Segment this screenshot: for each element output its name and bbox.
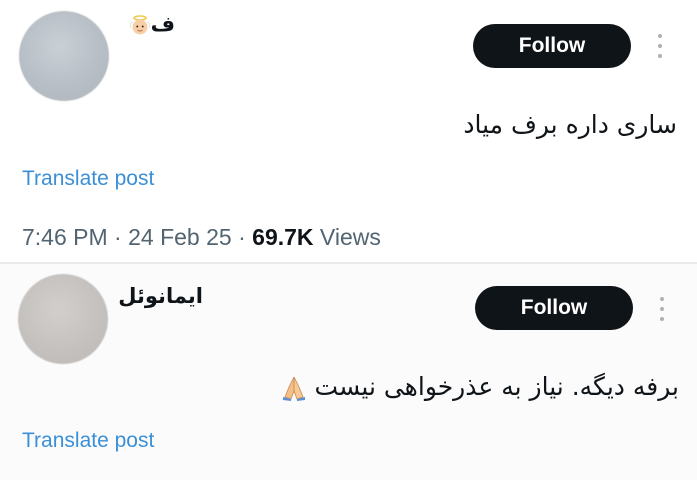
translate-post-link[interactable]: Translate post <box>22 429 154 453</box>
post-time[interactable]: 7:46 PM <box>22 224 108 250</box>
post-date[interactable]: 24 Feb 25 <box>128 224 232 250</box>
post-text-body: برفه دیگه. نیاز به عذرخواهی نیست <box>314 372 679 401</box>
more-options-icon[interactable] <box>657 34 663 58</box>
views-label[interactable]: Views <box>320 224 381 250</box>
author-name-text[interactable]: ف <box>151 12 175 36</box>
more-options-icon[interactable] <box>659 297 665 321</box>
post-text: ساری داره برف میاد <box>463 110 677 139</box>
post-text: برفه دیگه. نیاز به عذرخواهی نیست <box>279 372 679 403</box>
screenshot-page: ف Follow ساری داره برف میاد Translate po… <box>0 0 697 480</box>
post-meta: 7:46 PM · 24 Feb 25 · 69.7K Views <box>22 224 381 251</box>
translate-post-link[interactable]: Translate post <box>22 167 154 191</box>
author-name[interactable]: ف <box>126 12 175 36</box>
author-avatar[interactable] <box>18 274 108 364</box>
meta-separator: · <box>114 224 122 250</box>
meta-separator: · <box>238 224 246 250</box>
baby-angel-emoji-icon <box>129 14 151 36</box>
follow-button[interactable]: Follow <box>473 24 631 68</box>
author-avatar[interactable] <box>19 11 109 101</box>
folded-hands-emoji-icon <box>279 373 309 403</box>
post-1: ف Follow ساری داره برف میاد Translate po… <box>0 0 697 262</box>
post-2: ایمانوئل Follow برفه دیگه. نیاز به عذرخو… <box>0 264 697 480</box>
follow-button[interactable]: Follow <box>475 286 633 330</box>
author-name[interactable]: ایمانوئل <box>118 284 203 308</box>
author-name-text[interactable]: ایمانوئل <box>118 284 203 308</box>
views-count[interactable]: 69.7K <box>252 224 313 250</box>
